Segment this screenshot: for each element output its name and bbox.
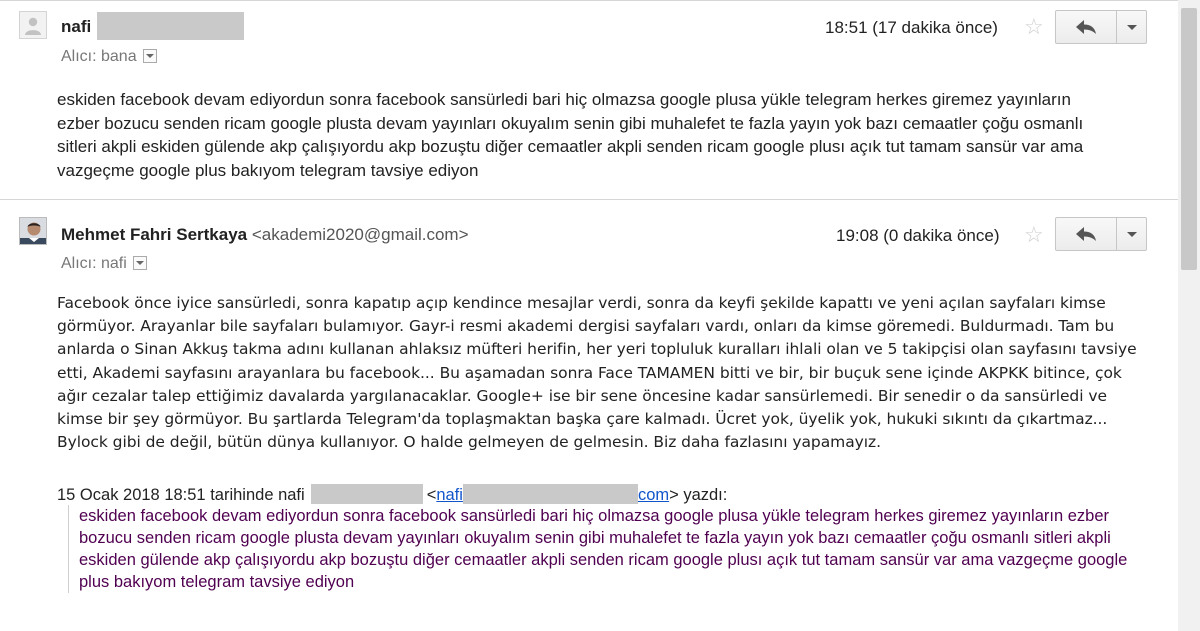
recipient-label: Alıcı: bana (61, 48, 137, 65)
details-dropdown-icon[interactable] (132, 255, 147, 270)
scrollbar-thumb[interactable] (1181, 8, 1197, 270)
redacted-surname (97, 12, 244, 40)
reply-arrow-icon (1076, 20, 1096, 34)
redacted-surname (310, 484, 423, 504)
message-time: 18:51 (17 dakika önce) (825, 18, 998, 37)
quoted-message: eskiden facebook devam ediyordun sonra f… (68, 505, 1149, 593)
recipient-line[interactable]: Alıcı: nafi (61, 255, 147, 273)
chevron-down-icon (1126, 231, 1137, 237)
more-options-button[interactable] (1117, 10, 1147, 44)
default-avatar-icon (19, 11, 47, 39)
more-options-button[interactable] (1117, 217, 1147, 251)
quote-attribution: 15 Ocak 2018 18:51 tarihinde nafi <nafi co… (57, 484, 728, 504)
recipient-label: Alıcı: nafi (61, 255, 127, 272)
recipient-line[interactable]: Alıcı: bana (61, 48, 157, 66)
details-dropdown-icon[interactable] (142, 48, 157, 63)
reply-button[interactable] (1055, 10, 1117, 44)
message-2-body: Facebook önce iyice sansürledi, sonra ka… (57, 294, 1137, 452)
scrollbar[interactable] (1178, 0, 1200, 631)
message-1-body: eskiden facebook devam ediyordun sonra f… (57, 90, 1084, 180)
redacted-email (462, 484, 638, 504)
sender-name[interactable]: Mehmet Fahri Sertkaya <akademi2020@gmail… (61, 225, 469, 245)
message-divider (0, 199, 1178, 200)
chevron-down-icon (1126, 24, 1137, 30)
sender-name[interactable]: nafi (61, 17, 91, 37)
star-icon[interactable]: ☆ (1024, 224, 1044, 246)
quote-sender-email-link[interactable]: nafi com (436, 484, 669, 504)
star-icon[interactable]: ☆ (1024, 16, 1044, 38)
top-divider (0, 0, 1178, 1)
sender-email: <akademi2020@gmail.com> (251, 225, 469, 244)
reply-arrow-icon (1076, 227, 1096, 241)
message-time: 19:08 (0 dakika önce) (836, 226, 1000, 245)
sender-avatar (19, 217, 47, 245)
reply-button[interactable] (1055, 217, 1117, 251)
